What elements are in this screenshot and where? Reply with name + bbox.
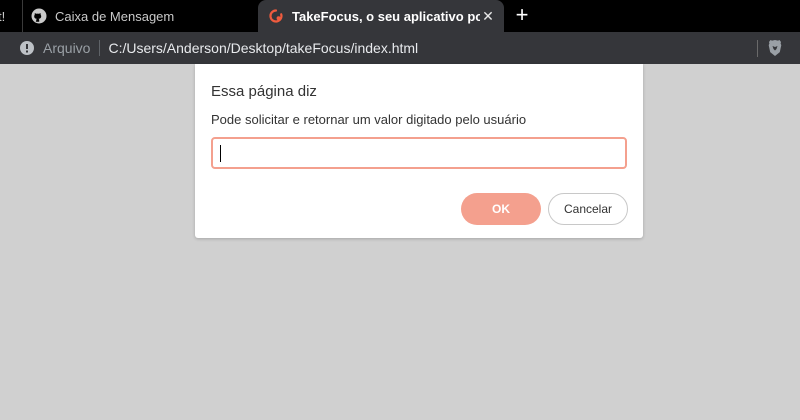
omnibox-divider [99,40,101,56]
github-icon [31,8,47,24]
tab-partial-title: t! [0,8,6,24]
close-icon[interactable]: ✕ [480,8,496,24]
tab-title: TakeFocus, o seu aplicativo pomodoro [292,8,480,24]
tab-caixa-de-mensagem[interactable]: Caixa de Mensagem [22,0,258,32]
dialog-title: Essa página diz [211,83,317,100]
ok-button[interactable]: OK [461,193,541,225]
toolbar: Arquivo C:/Users/Anderson/Desktop/takeFo… [0,32,800,64]
dialog-message: Pode solicitar e retornar um valor digit… [211,112,527,127]
brave-shield-icon[interactable] [767,39,783,57]
site-info-label[interactable]: Arquivo [43,40,90,56]
toolbar-divider [757,40,758,57]
info-icon[interactable] [20,41,34,55]
prompt-dialog: Essa página diz Pode solicitar e retorna… [195,64,643,238]
cancel-button[interactable]: Cancelar [548,193,628,225]
tab-strip: t! Caixa de Mensagem TakeFocus, o seu ap… [0,0,800,32]
tab-title: Caixa de Mensagem [55,8,175,24]
text-cursor [220,145,221,162]
takefocus-icon [269,9,283,23]
url-text[interactable]: C:/Users/Anderson/Desktop/takeFocus/inde… [108,40,418,56]
tab-partial[interactable]: t! [0,0,22,32]
prompt-input[interactable] [211,137,627,169]
tab-takefocus[interactable]: TakeFocus, o seu aplicativo pomodoro ✕ [258,0,504,32]
address-bar[interactable]: Arquivo C:/Users/Anderson/Desktop/takeFo… [8,35,758,61]
new-tab-button[interactable]: + [510,4,534,28]
